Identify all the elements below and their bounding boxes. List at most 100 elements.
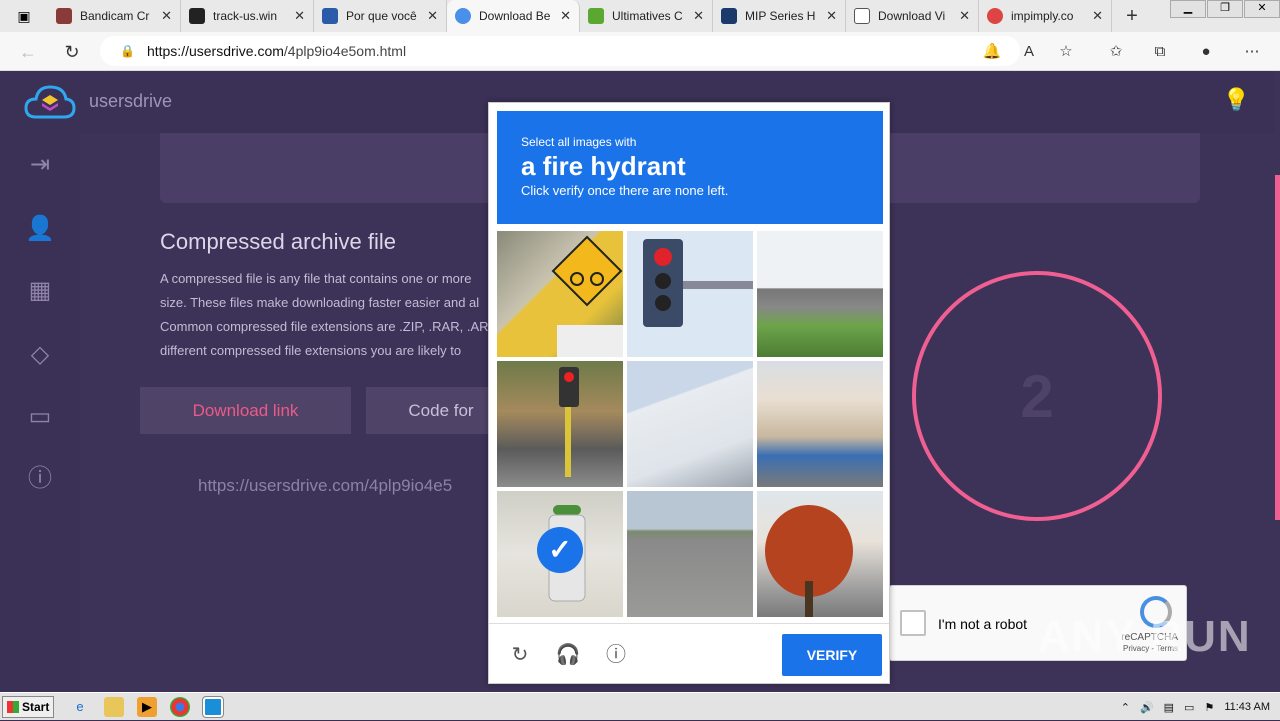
minimize-button[interactable]: ▁: [1170, 0, 1206, 18]
tile-tree[interactable]: [757, 491, 883, 617]
url-field[interactable]: 🔒 https://usersdrive.com/4plp9io4e5om.ht…: [100, 36, 1020, 66]
tile-bicycle-sign[interactable]: [497, 231, 623, 357]
tab-close-icon[interactable]: ✕: [1092, 8, 1103, 24]
image-grid: ✓: [497, 231, 883, 617]
tab-favicon-icon: [56, 8, 72, 24]
anyrun-watermark: ANY RUN: [1038, 612, 1252, 661]
windows-logo-icon: [7, 701, 19, 713]
brand-name[interactable]: usersdrive: [89, 91, 172, 112]
tab-favicon-icon: [987, 8, 1003, 24]
restore-button[interactable]: ❐: [1207, 0, 1243, 18]
system-tray: ⌃ 🔊 ▤ ▭ ⚑ 11:43 AM: [1121, 693, 1280, 721]
tab-impimply[interactable]: impimply.co ✕: [979, 0, 1112, 32]
tab-close-icon[interactable]: ✕: [693, 8, 704, 24]
cloud-logo-icon[interactable]: [24, 83, 76, 123]
more-menu-icon[interactable]: ⋯: [1240, 40, 1264, 64]
favorites-icon[interactable]: ✩: [1104, 40, 1128, 64]
profile-avatar-icon[interactable]: ●: [1194, 40, 1218, 64]
tab-close-icon[interactable]: ✕: [826, 8, 837, 24]
add-favorite-icon[interactable]: ☆: [1054, 40, 1078, 64]
tree-icon: [765, 505, 853, 617]
tile-fire-hydrant[interactable]: ✓: [497, 491, 623, 617]
files-icon[interactable]: ▦: [24, 275, 56, 307]
challenge-instruction: Click verify once there are none left.: [521, 183, 729, 198]
money-icon[interactable]: ▭: [24, 401, 56, 433]
url-host: https://usersdrive.com: [146, 43, 284, 59]
tray-expand-icon[interactable]: ⌃: [1121, 701, 1130, 714]
notification-blocked-icon[interactable]: 🔔: [980, 40, 1004, 64]
tab-bandicam[interactable]: Bandicam Cr ✕: [48, 0, 181, 32]
explorer-folder-icon[interactable]: [104, 697, 124, 717]
tile-building[interactable]: [627, 361, 753, 487]
not-robot-label: I'm not a robot: [938, 616, 1028, 632]
recaptcha-challenge: Select all images with a fire hydrant Cl…: [488, 102, 890, 684]
tab-favicon-icon: [322, 8, 338, 24]
login-icon[interactable]: ⇥: [24, 149, 56, 181]
browser-window: ▣ Bandicam Cr ✕ track-us.win ✕ Por que voc…: [0, 0, 1280, 71]
tab-mip-series[interactable]: MIP Series H ✕: [713, 0, 846, 32]
lightbulb-icon[interactable]: 💡: [1223, 87, 1250, 113]
tile-road[interactable]: [627, 491, 753, 617]
tab-actions-menu[interactable]: ▣: [0, 0, 48, 32]
tile-house[interactable]: [757, 361, 883, 487]
tab-close-icon[interactable]: ✕: [427, 8, 438, 24]
challenge-object: a fire hydrant: [521, 151, 686, 181]
tile-overpass[interactable]: [757, 231, 883, 357]
tab-close-icon[interactable]: ✕: [294, 8, 305, 24]
archive-description-line: size. These files make downloading faste…: [160, 295, 480, 310]
chrome-icon[interactable]: [170, 697, 190, 717]
tab-favicon-icon: [721, 8, 737, 24]
clock[interactable]: 11:43 AM: [1224, 701, 1270, 713]
tab-download-vi[interactable]: Download Vi ✕: [846, 0, 979, 32]
tab-track-us[interactable]: track-us.win ✕: [181, 0, 314, 32]
start-button[interactable]: Start: [2, 696, 54, 718]
tab-close-icon[interactable]: ✕: [161, 8, 172, 24]
tile-traffic-light[interactable]: [627, 231, 753, 357]
address-bar-row: ← ↻ 🔒 https://usersdrive.com/4plp9io4e5o…: [0, 32, 1280, 71]
download-link-button[interactable]: Download link: [140, 387, 351, 434]
help-info-icon[interactable]: ⓘ: [601, 640, 631, 670]
challenge-divider: [489, 623, 889, 624]
tab-ultimatives[interactable]: Ultimatives C ✕: [580, 0, 713, 32]
not-robot-checkbox[interactable]: [900, 610, 926, 636]
sidebar: ⇥ 👤 ▦ ◇ ▭ ⓘ: [0, 133, 80, 692]
scrollbar-thumb[interactable]: [1275, 175, 1280, 520]
info-icon[interactable]: ⓘ: [24, 463, 56, 495]
tab-close-icon[interactable]: ✕: [959, 8, 970, 24]
challenge-header: Select all images with a fire hydrant Cl…: [497, 111, 883, 224]
media-player-icon[interactable]: ▶: [137, 697, 157, 717]
audio-challenge-icon[interactable]: 🎧: [553, 640, 583, 670]
add-user-icon[interactable]: 👤: [24, 213, 56, 245]
read-aloud-icon[interactable]: A: [1017, 40, 1041, 64]
tab-por-que[interactable]: Por que você ✕: [314, 0, 447, 32]
window-controls: ▁ ❐ ✕: [1169, 0, 1280, 18]
challenge-select-text: Select all images with: [521, 135, 637, 149]
back-button[interactable]: ←: [16, 40, 40, 64]
keyboard-icon[interactable]: ▭: [1184, 701, 1194, 714]
url-path: /4plp9io4e5om.html: [283, 43, 407, 59]
collections-icon[interactable]: ⧉: [1148, 40, 1172, 64]
bicycle-sign-icon: [551, 235, 623, 357]
tab-strip: ▣ Bandicam Cr ✕ track-us.win ✕ Por que voc…: [0, 0, 1280, 32]
archive-description-line: different compressed file extensions you…: [160, 343, 462, 358]
close-window-button[interactable]: ✕: [1244, 0, 1280, 18]
tab-download-be[interactable]: Download Be ✕: [447, 0, 580, 32]
file-url-text[interactable]: https://usersdrive.com/4plp9io4e5: [198, 476, 452, 496]
street-traffic-light-icon: [559, 367, 579, 477]
volume-icon[interactable]: 🔊: [1140, 701, 1154, 714]
network-icon[interactable]: ▤: [1164, 701, 1174, 714]
tile-street-traffic-light[interactable]: [497, 361, 623, 487]
ie-icon[interactable]: e: [70, 697, 90, 717]
tab-close-icon[interactable]: ✕: [560, 8, 571, 24]
archive-description-line: Common compressed file extensions are .Z…: [160, 319, 489, 334]
edge-icon[interactable]: [202, 696, 224, 718]
refresh-button[interactable]: ↻: [60, 40, 84, 64]
countdown-timer: 2: [912, 271, 1162, 521]
reload-icon[interactable]: ↻: [505, 640, 535, 670]
diamond-icon[interactable]: ◇: [24, 339, 56, 371]
tab-favicon-icon: [854, 8, 870, 24]
lock-icon[interactable]: 🔒: [120, 44, 135, 58]
new-tab-button[interactable]: +: [1112, 5, 1152, 28]
flag-icon[interactable]: ⚑: [1204, 701, 1214, 714]
verify-button[interactable]: VERIFY: [782, 634, 882, 676]
